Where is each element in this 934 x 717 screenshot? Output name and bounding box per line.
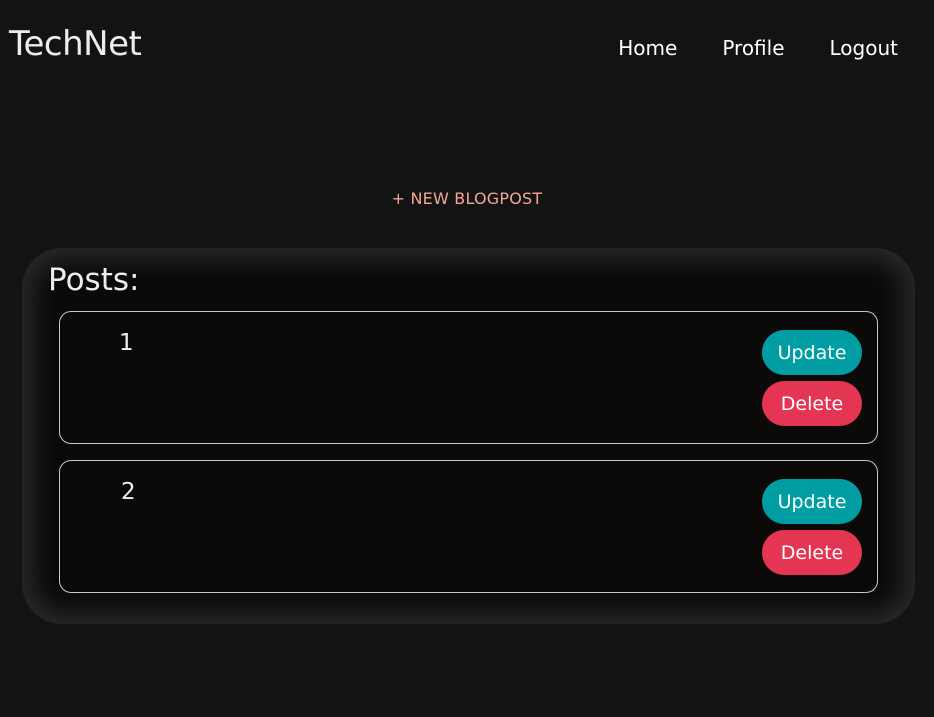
delete-button[interactable]: Delete bbox=[762, 381, 862, 426]
posts-panel: Posts: 1 Update Delete 2 Update Delete bbox=[22, 248, 915, 624]
post-id: 1 bbox=[119, 330, 134, 356]
new-blogpost-container: + NEW BLOGPOST bbox=[0, 189, 934, 208]
nav-logout-link[interactable]: Logout bbox=[830, 34, 898, 62]
post-card: 2 Update Delete bbox=[59, 460, 878, 593]
post-id: 2 bbox=[121, 479, 136, 505]
update-button[interactable]: Update bbox=[762, 330, 862, 375]
post-card: 1 Update Delete bbox=[59, 311, 878, 444]
delete-button[interactable]: Delete bbox=[762, 530, 862, 575]
brand-logo[interactable]: TechNet bbox=[9, 22, 142, 66]
nav-home-link[interactable]: Home bbox=[618, 34, 677, 62]
main-nav: Home Profile Logout bbox=[618, 34, 898, 62]
nav-profile-link[interactable]: Profile bbox=[722, 34, 784, 62]
new-blogpost-link[interactable]: + NEW BLOGPOST bbox=[392, 189, 543, 208]
update-button[interactable]: Update bbox=[762, 479, 862, 524]
posts-title: Posts: bbox=[48, 262, 140, 298]
